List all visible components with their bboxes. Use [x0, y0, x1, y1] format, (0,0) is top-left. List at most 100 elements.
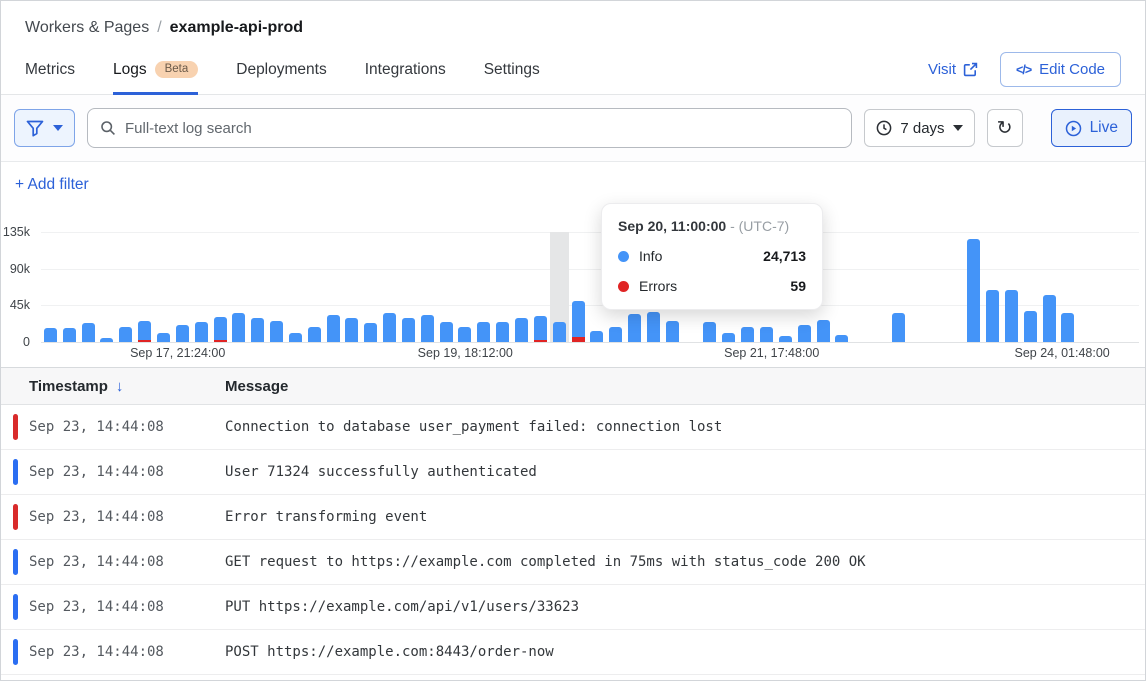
refresh-icon: ↻ — [997, 117, 1013, 140]
chart-bar-slot[interactable] — [832, 232, 851, 342]
log-search-box[interactable] — [87, 108, 852, 148]
chart-bar-slot[interactable] — [173, 232, 192, 342]
bar — [534, 316, 547, 342]
chart-bar-slot[interactable] — [1040, 232, 1059, 342]
log-rows: Sep 23, 14:44:08 Connection to database … — [1, 405, 1145, 675]
chart-bar-hovered[interactable] — [550, 232, 569, 342]
bar — [496, 322, 509, 342]
refresh-button[interactable]: ↻ — [987, 109, 1023, 147]
bar — [195, 322, 208, 342]
chart-bar-slot[interactable] — [192, 232, 211, 342]
chart-tooltip: Sep 20, 11:00:00 - (UTC-7) Info 24,713 E… — [601, 203, 823, 310]
tab-deployments[interactable]: Deployments — [236, 45, 326, 94]
chart-bar-slot[interactable] — [512, 232, 531, 342]
bar — [100, 338, 113, 342]
log-row[interactable]: Sep 23, 14:44:08 Connection to database … — [1, 405, 1145, 450]
chart-bar-slot[interactable] — [418, 232, 437, 342]
chart-bar-slot[interactable] — [474, 232, 493, 342]
chart-bar-slot[interactable] — [889, 232, 908, 342]
chart-bar-slot[interactable] — [946, 232, 965, 342]
live-button[interactable]: Live — [1051, 109, 1132, 147]
chart-bar-slot[interactable] — [493, 232, 512, 342]
chart-bar-slot[interactable] — [248, 232, 267, 342]
timestamp-column-header[interactable]: Timestamp ↓ — [1, 378, 225, 395]
bar — [327, 315, 340, 342]
chart-bar-slot[interactable] — [908, 232, 927, 342]
external-link-icon — [963, 62, 978, 77]
chart-bar-slot[interactable] — [116, 232, 135, 342]
bar — [440, 322, 453, 342]
chart-bar-slot[interactable] — [456, 232, 475, 342]
bar — [138, 321, 151, 342]
chart-bar-slot[interactable] — [569, 232, 588, 342]
chart-bar-slot[interactable] — [343, 232, 362, 342]
chart-bar-slot[interactable] — [531, 232, 550, 342]
chart-bar-slot[interactable] — [1002, 232, 1021, 342]
chart-bar-slot[interactable] — [267, 232, 286, 342]
log-row[interactable]: Sep 23, 14:44:08 PUT https://example.com… — [1, 585, 1145, 630]
breadcrumb-workers-pages[interactable]: Workers & Pages — [25, 19, 149, 37]
chart-bar-slot[interactable] — [399, 232, 418, 342]
chart-bar-slot[interactable] — [380, 232, 399, 342]
chart-bar-slot[interactable] — [927, 232, 946, 342]
chart-bar-slot[interactable] — [324, 232, 343, 342]
bar — [760, 327, 773, 342]
chart-bar-slot[interactable] — [1021, 232, 1040, 342]
chart-bar-slot[interactable] — [964, 232, 983, 342]
tab-metrics[interactable]: Metrics — [25, 45, 75, 94]
tab-settings[interactable]: Settings — [484, 45, 540, 94]
time-range-button[interactable]: 7 days — [864, 109, 974, 147]
workers-logs-page: Workers & Pages / example-api-prod Metri… — [0, 0, 1146, 681]
severity-indicator-error — [13, 504, 18, 530]
chart-bar-slot[interactable] — [60, 232, 79, 342]
bar — [590, 331, 603, 342]
chart-bar-slot[interactable] — [98, 232, 117, 342]
bar — [270, 321, 283, 342]
bar — [232, 313, 245, 342]
bar — [157, 333, 170, 342]
bar — [421, 315, 434, 342]
log-message: PUT https://example.com/api/v1/users/336… — [225, 599, 579, 615]
severity-indicator-info — [13, 459, 18, 485]
chart-bar-slot[interactable] — [229, 232, 248, 342]
tab-logs[interactable]: Logs Beta — [113, 45, 198, 94]
chart-bar-slot[interactable] — [41, 232, 60, 342]
chart-bar-slot[interactable] — [1059, 232, 1078, 342]
add-filter-button[interactable]: + Add filter — [15, 176, 89, 193]
search-input[interactable] — [125, 120, 839, 137]
chart-bar-slot[interactable] — [286, 232, 305, 342]
bar-errors-segment — [138, 340, 151, 343]
chart-bar-slot[interactable] — [79, 232, 98, 342]
x-axis-tick-label: Sep 19, 18:12:00 — [418, 346, 513, 360]
tab-integrations[interactable]: Integrations — [365, 45, 446, 94]
chart-bar-slot[interactable] — [851, 232, 870, 342]
chart-bar-slot[interactable] — [211, 232, 230, 342]
bar — [383, 313, 396, 342]
edit-code-button[interactable]: </> Edit Code — [1000, 52, 1121, 87]
visit-link[interactable]: Visit — [928, 61, 978, 78]
chart-bar-slot[interactable] — [437, 232, 456, 342]
log-table: Timestamp ↓ Message Sep 23, 14:44:08 Con… — [1, 368, 1145, 675]
bar — [1024, 311, 1037, 342]
log-row[interactable]: Sep 23, 14:44:08 User 71324 successfully… — [1, 450, 1145, 495]
tab-actions: Visit </> Edit Code — [928, 45, 1121, 94]
bar — [779, 336, 792, 342]
log-row[interactable]: Sep 23, 14:44:08 Error transforming even… — [1, 495, 1145, 540]
chart-bar-slot[interactable] — [154, 232, 173, 342]
filter-menu-button[interactable] — [14, 109, 75, 147]
bar — [647, 312, 660, 342]
log-row[interactable]: Sep 23, 14:44:08 GET request to https://… — [1, 540, 1145, 585]
chart-bar-slot[interactable] — [135, 232, 154, 342]
chart-bar-slot[interactable] — [983, 232, 1002, 342]
severity-indicator-info — [13, 639, 18, 665]
chart-bar-slot[interactable] — [361, 232, 380, 342]
bar — [1005, 290, 1018, 342]
log-volume-chart: 135k90k45k0 Sep 17, 21:24:00Sep 19, 18:1… — [1, 208, 1145, 368]
breadcrumb-current-project: example-api-prod — [170, 19, 303, 37]
log-timestamp: Sep 23, 14:44:08 — [29, 509, 225, 525]
chart-bar-slot[interactable] — [870, 232, 889, 342]
chart-bar-slot[interactable] — [305, 232, 324, 342]
bar-errors-segment — [214, 340, 227, 343]
chart-y-axis: 135k90k45k0 — [1, 232, 35, 342]
log-row[interactable]: Sep 23, 14:44:08 POST https://example.co… — [1, 630, 1145, 675]
